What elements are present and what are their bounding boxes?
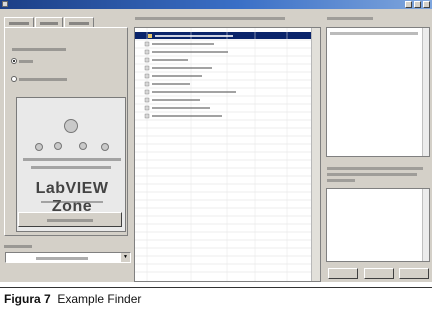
directory-structure-label [19, 78, 67, 81]
close-icon[interactable] [423, 1, 430, 8]
zone-links-label [23, 158, 121, 161]
tree-column-guides [146, 28, 288, 281]
task-label [19, 60, 33, 63]
requirements-label-line-3 [327, 179, 355, 182]
description-scrollbar[interactable] [422, 28, 429, 156]
description-box [326, 27, 430, 157]
zone-tagline [41, 201, 103, 203]
hardware-select[interactable]: ▼ [5, 252, 131, 263]
requirements-scrollbar[interactable] [422, 189, 429, 261]
chevron-down-icon[interactable]: ▼ [121, 253, 130, 262]
title-bar [0, 0, 432, 9]
example-tree[interactable] [134, 27, 321, 282]
maximize-icon[interactable] [414, 1, 421, 8]
window-title [11, 1, 101, 7]
close-button[interactable] [399, 268, 429, 279]
description-label [327, 17, 373, 20]
figure-title: Example Finder [57, 292, 142, 306]
figure-caption: Figura 7 Example Finder [4, 292, 141, 306]
caption-rule [0, 287, 432, 288]
directory-structure-radio[interactable] [11, 76, 17, 82]
requirements-label [327, 167, 423, 170]
articles-icon[interactable] [101, 143, 109, 151]
code-sharing-icon[interactable] [54, 142, 62, 150]
tree-scrollbar[interactable] [311, 28, 320, 281]
tree-row-separators [135, 39, 311, 273]
description-text [330, 32, 418, 35]
requirements-box [326, 188, 430, 262]
minimize-icon[interactable] [405, 1, 412, 8]
browse-according-to-label [12, 48, 66, 51]
zone-links-label-2 [31, 166, 111, 169]
visit-labview-zone-button[interactable] [18, 212, 122, 227]
user-groups-icon[interactable] [35, 143, 43, 151]
help-button[interactable] [364, 268, 394, 279]
example-tree-rows[interactable] [135, 28, 320, 281]
app-icon [2, 1, 8, 7]
requirements-label-line-2 [327, 173, 417, 176]
setup-button[interactable] [328, 268, 358, 279]
task-radio[interactable] [11, 58, 17, 64]
example-finder-window: LabVIEW Zone ▼ [0, 0, 432, 282]
tree-item-labels [144, 34, 236, 119]
zone-home-icon[interactable] [64, 119, 78, 133]
discussion-forum-icon[interactable] [79, 142, 87, 150]
labview-zone-logo: LabVIEW Zone [35, 180, 109, 215]
example-tree-label [135, 17, 285, 20]
figure-number: Figura 7 [4, 292, 51, 306]
